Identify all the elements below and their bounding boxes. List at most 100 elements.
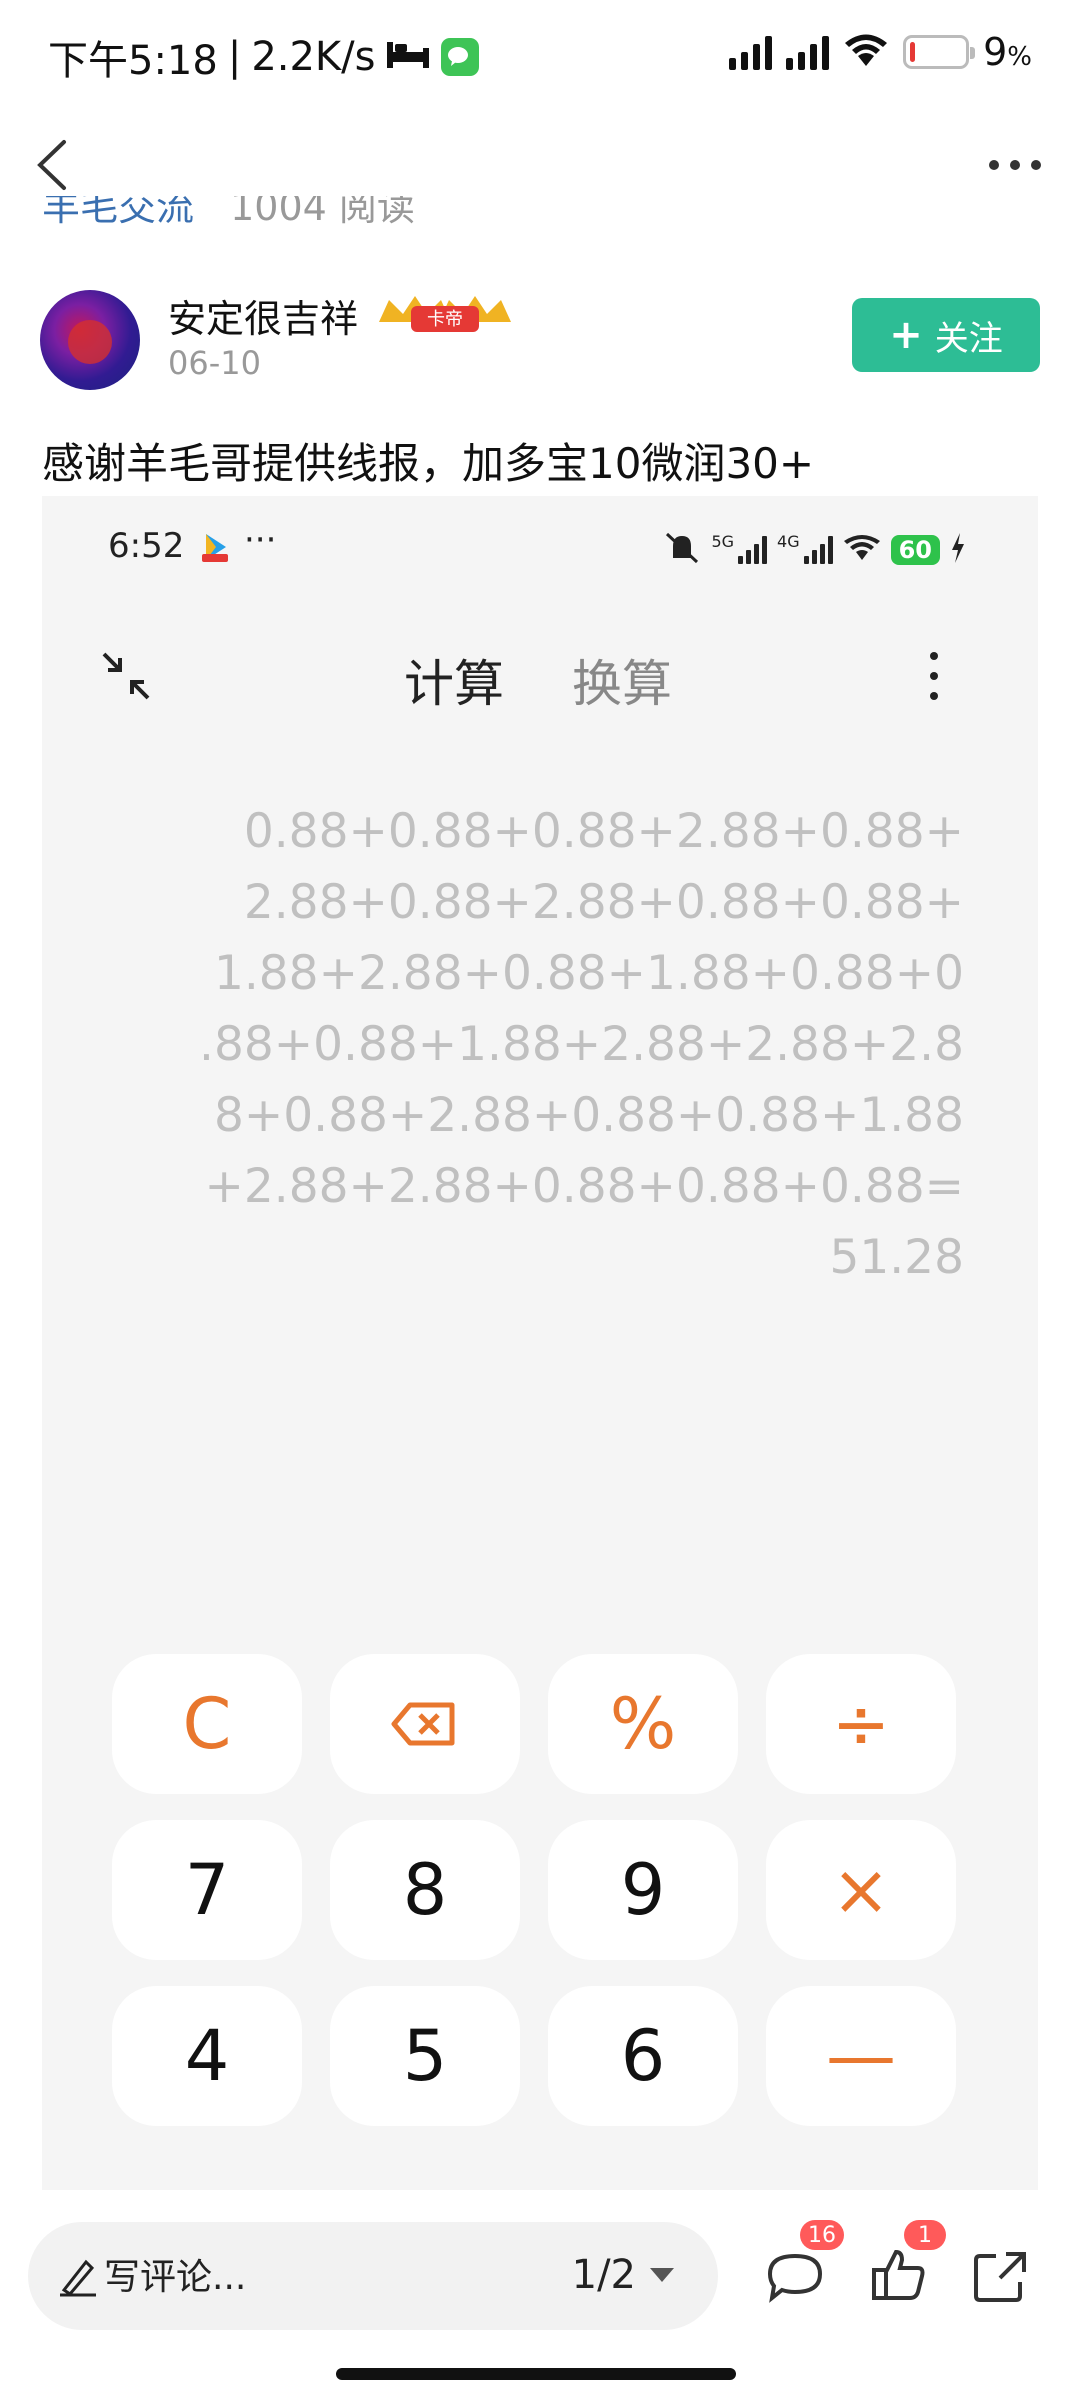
- status-bar: 下午5:18 | 2.2K/s 9%: [0, 0, 1080, 110]
- embedded-battery: 60: [890, 535, 940, 565]
- multiply-key[interactable]: ×: [766, 1820, 956, 1960]
- key-label: 6: [620, 2015, 666, 2097]
- minus-key[interactable]: —: [766, 1986, 956, 2126]
- status-separator: |: [227, 34, 242, 80]
- crown-badge-icon: 卡帝: [379, 296, 511, 332]
- follow-button[interactable]: + 关注: [852, 298, 1040, 372]
- follow-label: 关注: [934, 318, 1003, 359]
- signal-icon: [803, 536, 833, 564]
- tab-convert[interactable]: 换算: [572, 644, 672, 716]
- cutoff-header-text: 羊毛交流 1004 阅读: [42, 196, 415, 236]
- author-name[interactable]: 安定很吉祥: [168, 288, 358, 343]
- thumbs-up-icon: [872, 2249, 925, 2300]
- backspace-key[interactable]: [330, 1654, 520, 1794]
- clear-key[interactable]: C: [112, 1654, 302, 1794]
- signal-icon: [738, 536, 768, 564]
- share-icon: [974, 2252, 1026, 2302]
- percent-key[interactable]: %: [548, 1654, 738, 1794]
- share-button[interactable]: [966, 2240, 1036, 2310]
- key-label: —: [826, 2015, 896, 2097]
- wechat-icon: [441, 38, 480, 76]
- expression-line: 2.88+0.88+2.88+0.88+0.88+: [243, 875, 964, 930]
- key-label: 4: [184, 2015, 230, 2097]
- more-button[interactable]: [980, 130, 1050, 200]
- plus-icon: +: [889, 312, 923, 358]
- back-button[interactable]: [20, 130, 90, 200]
- caret-down-icon: [650, 2268, 674, 2282]
- chevron-left-icon: [37, 140, 66, 190]
- tab-calculate[interactable]: 计算: [404, 644, 504, 716]
- key-label: C: [182, 1683, 232, 1765]
- read-count: 1004 阅读: [230, 196, 415, 229]
- key-4[interactable]: 4: [112, 1986, 302, 2126]
- home-indicator[interactable]: [336, 2368, 736, 2380]
- embedded-status-bar: 6:52 ··· 5G 4G 60: [42, 520, 1038, 576]
- embedded-dots: ···: [244, 520, 277, 560]
- comment-icon: [767, 2253, 823, 2303]
- expression-line: .88+0.88+1.88+2.88+2.88+2.8: [199, 1017, 964, 1072]
- key-8[interactable]: 8: [330, 1820, 520, 1960]
- expression-line: 8+0.88+2.88+0.88+0.88+1.88: [213, 1088, 964, 1143]
- battery-icon: [903, 35, 976, 69]
- expression-line: +2.88+2.88+0.88+0.88+0.88=: [204, 1159, 964, 1214]
- key-label: ×: [831, 1849, 891, 1931]
- embedded-time: 6:52: [108, 526, 185, 566]
- comment-input[interactable]: 写评论... 1/2: [28, 2222, 718, 2330]
- forum-link[interactable]: 羊毛交流: [42, 196, 194, 229]
- status-right: 9%: [729, 30, 1032, 74]
- embedded-status-icons: 5G 4G 60: [663, 532, 966, 568]
- status-left: 下午5:18 | 2.2K/s: [48, 28, 480, 86]
- post-date: 06-10: [168, 344, 261, 382]
- collapse-button[interactable]: [96, 646, 156, 706]
- battery-text: 9%: [983, 30, 1032, 74]
- key-label: %: [609, 1683, 677, 1765]
- key-label: 7: [184, 1849, 230, 1931]
- key-6[interactable]: 6: [548, 1986, 738, 2126]
- bed-icon: [385, 34, 431, 80]
- collapse-icon: [102, 652, 150, 700]
- avatar[interactable]: [40, 290, 140, 390]
- signal-icon: [729, 34, 773, 70]
- app-icon: [198, 530, 232, 564]
- more-vertical-icon: [930, 652, 938, 700]
- comment-count-badge: 16: [800, 2220, 844, 2250]
- net-5g-label: 5G: [711, 532, 735, 551]
- pen-icon: [60, 2259, 96, 2297]
- status-speed: 2.2K/s: [251, 34, 376, 80]
- menu-button[interactable]: [914, 646, 954, 706]
- wifi-icon: [843, 32, 889, 72]
- key-label: 9: [620, 1849, 666, 1931]
- expression-line: 1.88+2.88+0.88+1.88+0.88+0: [213, 946, 964, 1001]
- page-selector[interactable]: 1/2: [572, 2252, 674, 2298]
- comment-button[interactable]: 16: [760, 2220, 844, 2310]
- wifi-icon: [843, 534, 881, 566]
- post-text: 感谢羊毛哥提供线报，加多宝10微润30+: [42, 439, 815, 488]
- battery-level: [910, 42, 916, 62]
- key-label: ÷: [831, 1683, 891, 1765]
- key-label: 5: [402, 2015, 448, 2097]
- more-horizontal-icon: [989, 160, 1041, 170]
- bottom-bar: 写评论... 1/2 16 1: [0, 2190, 1080, 2400]
- calculator-header: 计算 换算: [42, 636, 1038, 716]
- net-4g-label: 4G: [777, 532, 800, 551]
- like-count-badge: 1: [904, 2220, 946, 2250]
- key-5[interactable]: 5: [330, 1986, 520, 2126]
- key-label: 8: [402, 1849, 448, 1931]
- embedded-screenshot[interactable]: 6:52 ··· 5G 4G 60 计算 换算 0.88+0.88+0.88+2…: [42, 496, 1038, 2190]
- expression-display: 0.88+0.88+0.88+2.88+0.88+ 2.88+0.88+2.88+…: [164, 796, 964, 1293]
- comment-placeholder: 写评论...: [104, 2257, 247, 2298]
- divide-key[interactable]: ÷: [766, 1654, 956, 1794]
- mute-icon: [663, 532, 701, 568]
- status-time: 下午5:18: [48, 38, 218, 84]
- expression-line: 51.28: [829, 1230, 964, 1285]
- page-indicator: 1/2: [571, 2252, 636, 2298]
- badge-label: 卡帝: [427, 309, 463, 330]
- key-9[interactable]: 9: [548, 1820, 738, 1960]
- like-button[interactable]: 1: [864, 2220, 946, 2310]
- backspace-icon: [391, 1702, 455, 1746]
- key-7[interactable]: 7: [112, 1820, 302, 1960]
- expression-line: 0.88+0.88+0.88+2.88+0.88+: [243, 804, 964, 859]
- charging-icon: [950, 533, 966, 567]
- author-row: 安定很吉祥 卡帝 06-10 + 关注: [40, 288, 1040, 398]
- signal-icon: [786, 34, 830, 70]
